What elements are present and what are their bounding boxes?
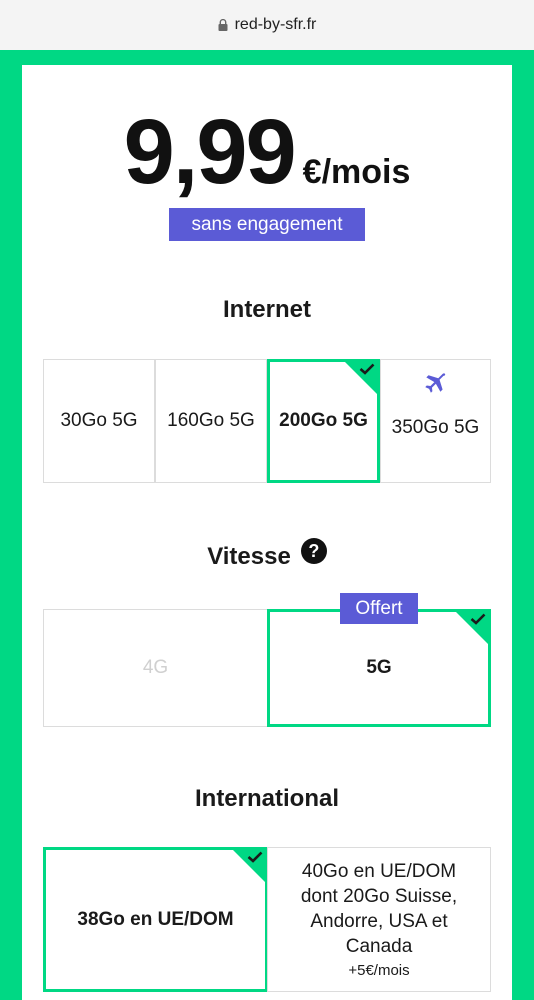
help-icon[interactable]: ?	[300, 538, 327, 564]
price-unit: €/mois	[302, 153, 411, 191]
option-label: 38Go en UE/DOM	[77, 908, 234, 930]
option-label: 350Go 5G	[391, 417, 480, 438]
option-label: 5G	[366, 657, 392, 678]
url-text: red-by-sfr.fr	[234, 16, 317, 33]
internet-option-30go[interactable]: 30Go 5G	[43, 359, 155, 483]
offer-card: 9,99 €/mois sans engagement Internet 30Go…	[22, 65, 512, 1000]
international-option-40go[interactable]: 40Go en UE/DOM dont 20Go Suisse, Andorre…	[267, 847, 491, 992]
option-extra-price: +5€/mois	[348, 961, 410, 979]
price-display: 9,99 €/mois	[22, 100, 512, 205]
internet-option-200go-selected[interactable]: 200Go 5G	[267, 359, 380, 483]
check-icon	[359, 363, 375, 375]
section-title-international: International	[194, 785, 339, 812]
option-line: dont 20Go Suisse,	[300, 885, 458, 907]
option-label: 30Go 5G	[60, 410, 138, 431]
browser-url-bar[interactable]: red-by-sfr.fr	[0, 0, 534, 50]
option-label: 4G	[142, 657, 169, 678]
commitment-badge: sans engagement	[169, 208, 365, 241]
offert-tag: Offert	[340, 593, 418, 624]
option-line: Andorre, USA et	[310, 910, 448, 932]
vitesse-option-4g[interactable]: 4G	[43, 609, 268, 727]
vitesse-option-5g-selected[interactable]: 5G	[267, 609, 491, 727]
option-label: 200Go 5G	[279, 410, 368, 431]
section-title-vitesse: Vitesse ?	[22, 538, 512, 571]
option-line: 40Go en UE/DOM	[301, 860, 457, 882]
option-label: 160Go 5G	[167, 410, 255, 431]
option-line: Canada	[345, 935, 413, 957]
check-icon	[470, 613, 486, 625]
vitesse-title-text: Vitesse	[207, 543, 291, 570]
price-amount: 9,99	[123, 101, 297, 203]
airplane-icon	[425, 373, 446, 393]
international-option-38go-selected[interactable]: 38Go en UE/DOM	[43, 847, 268, 992]
lock-icon	[218, 19, 228, 31]
section-title-internet: Internet	[222, 296, 311, 323]
check-icon	[247, 851, 263, 863]
internet-option-350go[interactable]: 350Go 5G	[380, 359, 491, 483]
internet-option-160go[interactable]: 160Go 5G	[155, 359, 267, 483]
